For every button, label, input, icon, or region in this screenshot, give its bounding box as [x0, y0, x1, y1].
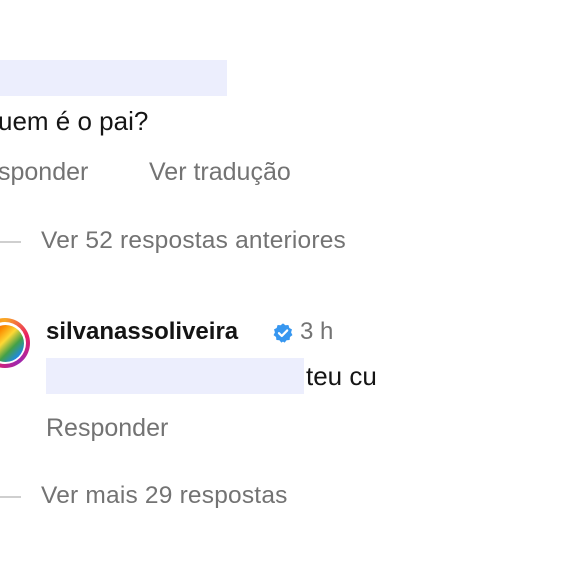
redacted-mention	[46, 358, 304, 394]
verified-badge-icon	[273, 323, 293, 343]
comments-panel: uem é o pai? sponder Ver tradução Ver 52…	[0, 0, 580, 580]
redacted-username	[0, 60, 227, 96]
avatar[interactable]	[0, 318, 30, 368]
view-more-replies-button[interactable]: Ver mais 29 respostas	[41, 482, 288, 510]
comment-text: uem é o pai?	[0, 106, 149, 136]
view-previous-replies-button[interactable]: Ver 52 respostas anteriores	[41, 227, 346, 255]
avatar-image	[0, 324, 24, 362]
avatar-ring	[0, 322, 26, 364]
thread-line	[0, 496, 21, 498]
see-translation-button[interactable]: Ver tradução	[149, 158, 291, 187]
comment-timestamp: 3 h	[300, 318, 334, 345]
thread-line	[0, 241, 21, 243]
reply-button[interactable]: Responder	[46, 414, 168, 443]
reply-button[interactable]: sponder	[0, 158, 88, 187]
username-link[interactable]: silvanassoliveira	[46, 318, 238, 346]
comment-text: teu cu	[306, 361, 377, 391]
